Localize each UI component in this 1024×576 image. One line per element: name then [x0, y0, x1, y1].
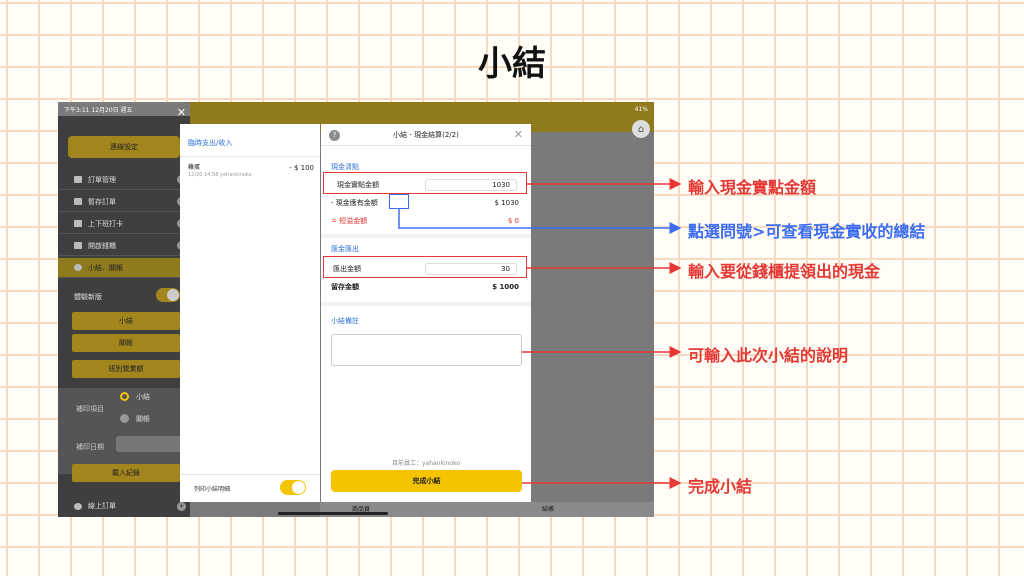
sidebar: ✕ 連線設定 訂單管理 + 暫存訂單 + 上下班打卡 + 開啟錢櫃 + 小結．關…	[58, 106, 190, 517]
temp-expense-panel: 臨時支出/收入 雞蛋 12/20 14:58 yahankinoko - $ 1…	[180, 124, 320, 502]
section-payout: 匯金匯出	[331, 245, 359, 253]
expected-cash-row: - 現金應有金額 $ 1030	[331, 196, 521, 210]
reprint-item-label: 補印項目	[76, 405, 104, 413]
plus-icon[interactable]: +	[177, 501, 186, 511]
help-icon[interactable]: ?	[329, 130, 340, 141]
current-staff: 目前員工：yahankinoko	[391, 460, 461, 467]
temp-expense-header: 臨時支出/收入	[188, 139, 233, 147]
sidebar-item-label: 開啟錢櫃	[88, 241, 116, 250]
sidebar-item-label: 訂單管理	[88, 175, 116, 184]
sidebar-item-saved-orders[interactable]: 暫存訂單 +	[58, 192, 190, 212]
orders-icon	[74, 176, 82, 183]
print-details-label: 列印小結明細	[194, 486, 231, 493]
cash-drawer-icon	[74, 242, 82, 249]
sidebar-item-label: 小結．關帳	[88, 263, 123, 272]
expected-cash-value: $ 1030	[494, 199, 520, 207]
tab-checkout[interactable]: 結帳	[542, 504, 554, 513]
modal-header: ? 小結 - 現金結算(2/2) ✕	[321, 124, 531, 146]
expected-cash-label: - 現金應有金額	[331, 199, 378, 207]
retained-label: 留存金額	[331, 283, 359, 291]
status-time: 下午3:11 12月20日 週五	[64, 106, 133, 114]
new-version-label: 體驗新版	[74, 293, 102, 301]
sidebar-item-label: 線上訂單	[88, 502, 116, 510]
retained-value: $ 1000	[492, 283, 519, 291]
shortage-value: $ 0	[507, 217, 519, 225]
annotation-help: 點選問號>可查看現金實收的總結	[688, 222, 926, 241]
radio-guanzhang-label: 關帳	[136, 415, 150, 423]
status-bar: 下午3:11 12月20日 週五 41%	[58, 102, 654, 116]
expense-item-amount: - $ 100	[289, 164, 314, 172]
page-title: 小結	[478, 44, 546, 84]
divider	[321, 234, 531, 238]
reprint-date-input[interactable]	[116, 436, 182, 452]
modal-title: 小結 - 現金結算(2/2)	[393, 130, 459, 139]
xiaojie-button[interactable]: 小結	[72, 312, 180, 330]
home-indicator	[278, 512, 388, 515]
new-version-toggle[interactable]	[156, 288, 180, 302]
load-records-button[interactable]: 載入紀錄	[72, 464, 180, 482]
home-icon[interactable]: ⌂	[632, 120, 650, 138]
highlight-help-icon	[389, 194, 409, 209]
shift-revenue-button[interactable]: 班別營業額	[72, 360, 180, 378]
section-cash-count: 現金清點	[331, 163, 359, 171]
divider	[321, 302, 531, 306]
radio-xiaojie[interactable]	[120, 392, 129, 401]
highlight-payout	[323, 256, 527, 278]
tablet-screenshot: ⌂ 下午3:11 12月20日 週五 41% ✕ 連線設定 訂單管理 + 暫存訂…	[58, 102, 654, 517]
sidebar-item-closing[interactable]: 小結．關帳	[58, 258, 190, 278]
highlight-actual-cash	[323, 172, 527, 194]
sidebar-item-cash-drawer[interactable]: 開啟錢櫃 +	[58, 236, 190, 256]
status-battery: 41%	[634, 105, 648, 113]
expense-item-name: 雞蛋	[188, 164, 201, 171]
reprint-date-label: 補印日期	[76, 443, 104, 451]
radio-xiaojie-label: 小結	[136, 393, 150, 401]
section-note: 小結備註	[331, 317, 359, 325]
annotation-note: 可輸入此次小結的說明	[688, 346, 849, 365]
guanzhang-button[interactable]: 關帳	[72, 334, 180, 352]
complete-xiaojie-button[interactable]: 完成小結	[331, 470, 522, 492]
saved-icon	[74, 198, 82, 205]
divider	[180, 156, 320, 157]
cloud-icon	[74, 502, 82, 510]
annotation-actual-cash: 輸入現金實點金額	[688, 178, 817, 197]
radio-guanzhang[interactable]	[120, 414, 129, 423]
print-details-toggle[interactable]	[280, 480, 306, 495]
clock-icon	[74, 220, 82, 227]
sidebar-item-orders[interactable]: 訂單管理 +	[58, 170, 190, 190]
shortage-label: = 短溢金額	[331, 217, 368, 225]
sidebar-item-label: 上下班打卡	[88, 219, 123, 228]
divider	[180, 474, 320, 475]
connection-settings-button[interactable]: 連線設定	[68, 136, 180, 158]
annotation-payout: 輸入要從錢櫃提領出的現金	[688, 262, 881, 281]
annotation-complete: 完成小結	[688, 477, 753, 496]
sidebar-item-online-orders[interactable]: 線上訂單 +	[58, 496, 190, 516]
sidebar-item-clock[interactable]: 上下班打卡 +	[58, 214, 190, 234]
close-icon[interactable]: ✕	[177, 106, 186, 119]
retained-row: 留存金額 $ 1000	[331, 280, 521, 294]
sidebar-item-label: 暫存訂單	[88, 197, 116, 206]
info-icon	[74, 264, 82, 271]
close-icon[interactable]: ✕	[514, 128, 523, 141]
note-textarea[interactable]	[331, 334, 522, 366]
expense-item-meta: 12/20 14:58 yahankinoko	[188, 172, 252, 178]
shortage-row: = 短溢金額 $ 0	[331, 214, 521, 228]
